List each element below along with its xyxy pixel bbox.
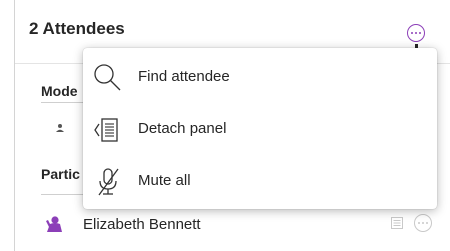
participant-avatar-icon [45, 215, 63, 233]
menu-item-mute-all[interactable]: Mute all [83, 156, 437, 208]
menu-item-find-attendee[interactable]: Find attendee [83, 52, 437, 104]
microphone-muted-icon [91, 165, 125, 199]
attendee-more-options-button[interactable] [414, 214, 432, 232]
moderators-section-title: Mode [41, 83, 78, 99]
detach-panel-icon [91, 113, 125, 147]
search-icon [91, 61, 125, 95]
moderator-avatar-icon [55, 123, 65, 133]
attendee-list-icon[interactable] [390, 216, 404, 230]
attendee-name: Elizabeth Bennett [83, 216, 201, 233]
participants-section-title: Partic [41, 166, 80, 182]
attendee-row[interactable]: Elizabeth Bennett [41, 208, 441, 240]
menu-item-label: Find attendee [138, 68, 230, 85]
menu-item-detach-panel[interactable]: Detach panel [83, 104, 437, 156]
more-dots-icon [411, 32, 421, 34]
panel-more-options-button[interactable] [407, 24, 425, 42]
menu-item-label: Mute all [138, 172, 191, 189]
menu-item-label: Detach panel [138, 120, 227, 137]
panel-options-menu: Find attendee Detach panel Mute all [83, 48, 437, 209]
panel-title: 2 Attendees [29, 19, 125, 38]
more-dots-icon [418, 222, 428, 224]
